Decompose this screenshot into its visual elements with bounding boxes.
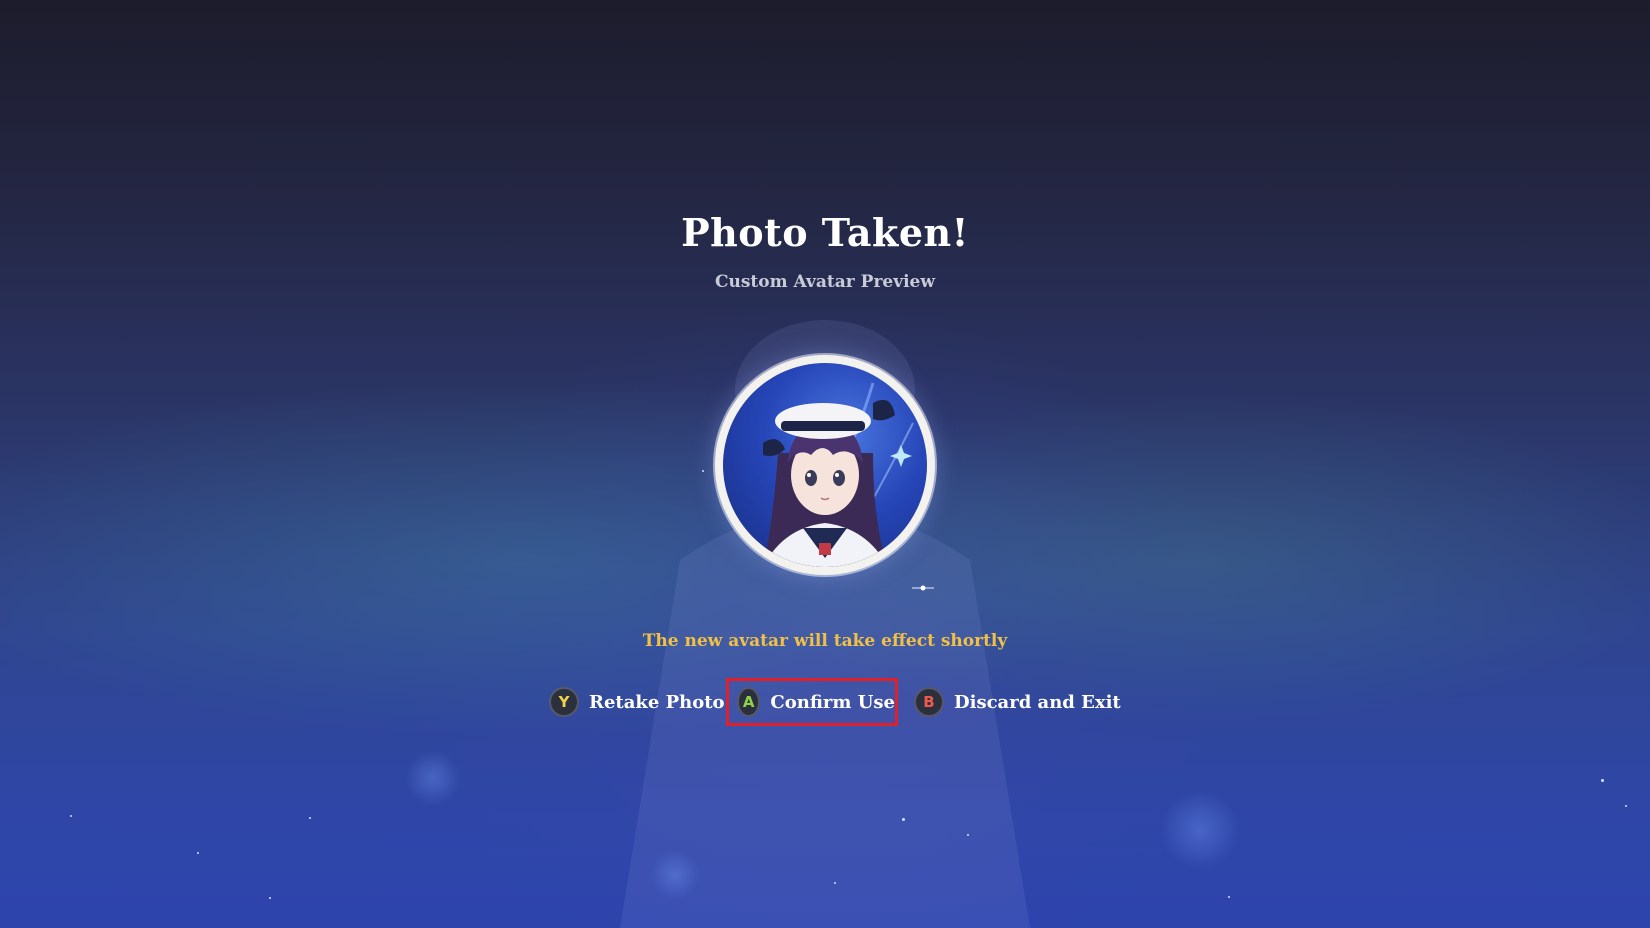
b-button-icon: B: [914, 687, 944, 717]
star: [834, 882, 836, 884]
star: [309, 817, 311, 819]
page-subtitle: Custom Avatar Preview: [714, 272, 936, 292]
action-bar: Y Retake Photo A Confirm Use B Discard a…: [0, 678, 1650, 726]
star: [70, 815, 72, 817]
star: [702, 470, 704, 472]
bokeh-orb: [405, 750, 461, 806]
bokeh-orb: [1160, 790, 1240, 870]
star: [902, 818, 905, 821]
avatar-effect-notice: The new avatar will take effect shortly: [642, 631, 1008, 651]
discard-and-exit-button[interactable]: B Discard and Exit: [914, 678, 1121, 726]
confirm-use-button[interactable]: A Confirm Use: [726, 678, 898, 726]
retake-photo-label: Retake Photo: [589, 691, 725, 713]
a-button-icon: A: [737, 687, 761, 717]
sparkle-icon: [912, 585, 934, 591]
y-button-icon: Y: [549, 687, 579, 717]
photo-confirmation-screen: Photo Taken! Custom Avatar Preview The n…: [0, 0, 1650, 928]
star: [967, 834, 969, 836]
star: [1228, 896, 1230, 898]
page-title: Photo Taken!: [681, 210, 969, 255]
star: [1625, 805, 1627, 807]
retake-photo-button[interactable]: Y Retake Photo: [549, 678, 725, 726]
avatar-preview: [715, 355, 935, 575]
star: [269, 897, 271, 899]
discard-and-exit-label: Discard and Exit: [954, 691, 1121, 713]
avatar-image: [723, 363, 927, 567]
star: [197, 852, 199, 854]
character-portrait-icon: [763, 382, 914, 567]
bokeh-orb: [650, 850, 700, 900]
star: [1601, 779, 1604, 782]
confirm-use-label: Confirm Use: [770, 691, 895, 713]
